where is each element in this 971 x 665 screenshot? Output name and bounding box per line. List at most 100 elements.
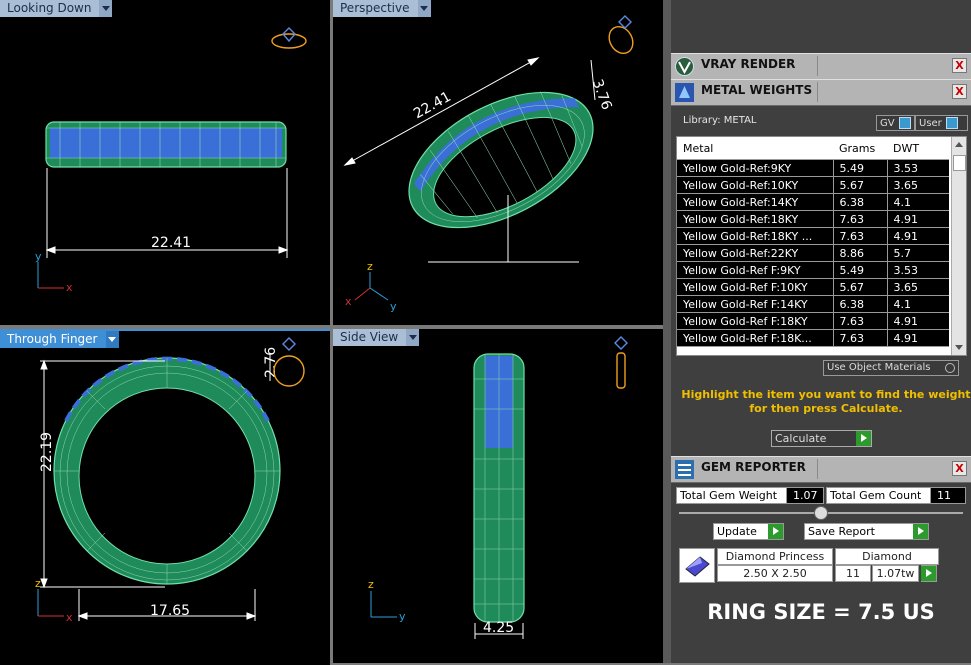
user-toggle[interactable]: User bbox=[915, 115, 968, 131]
ring-size-label: RING SIZE = 7.5 US bbox=[707, 600, 935, 624]
axis-y-label: y bbox=[390, 300, 397, 313]
scroll-up-icon[interactable] bbox=[955, 142, 963, 147]
gem-list-item[interactable]: Diamond Princess 2.50 X 2.50 Diamond 11 … bbox=[679, 548, 965, 584]
update-button[interactable]: Update bbox=[713, 523, 784, 540]
viewport-looking-down[interactable]: 22.41 y x Looking Down bbox=[0, 0, 330, 325]
table-row[interactable]: Yellow Gold-Ref:18KY 7.63 4.91 bbox=[677, 210, 949, 228]
table-row[interactable]: Yellow Gold-Ref:9KY 5.49 3.53 bbox=[677, 159, 949, 177]
chevron-down-icon[interactable] bbox=[105, 331, 119, 348]
gem-go-button[interactable] bbox=[921, 565, 937, 582]
axis-x-label: x bbox=[345, 295, 352, 308]
gv-toggle[interactable]: GV bbox=[876, 115, 915, 131]
diamond-princess-icon bbox=[679, 548, 715, 583]
chevron-down-icon[interactable] bbox=[417, 0, 431, 17]
viewport-through-finger[interactable]: 22.19 17.65 2.76 z x Through Finger bbox=[0, 329, 330, 665]
vray-render-header[interactable]: VRAY RENDER X bbox=[671, 53, 971, 80]
viewport-label: Perspective bbox=[333, 0, 418, 17]
gem-slider-handle[interactable] bbox=[814, 506, 828, 520]
tab-looking-down[interactable]: Looking Down bbox=[0, 0, 113, 17]
right-panel: VRAY RENDER X METAL WEIGHTS X Library: M… bbox=[671, 0, 971, 663]
scroll-thumb[interactable] bbox=[953, 155, 966, 171]
through-finger-canvas: 22.19 17.65 2.76 z x bbox=[35, 337, 305, 624]
total-gem-weight-label: Total Gem Weight bbox=[676, 487, 787, 504]
play-icon bbox=[913, 524, 928, 539]
gem-reporter-title: GEM REPORTER bbox=[701, 460, 806, 474]
column-header-grams[interactable]: Grams bbox=[833, 137, 887, 160]
chevron-down-icon[interactable] bbox=[406, 329, 420, 346]
axis-z-label: z bbox=[367, 260, 373, 273]
axis-z-label: z bbox=[35, 577, 41, 590]
gem-report-icon bbox=[675, 460, 694, 479]
column-header-metal[interactable]: Metal bbox=[677, 137, 833, 160]
user-label: User bbox=[919, 117, 942, 129]
table-row[interactable]: Yellow Gold-Ref F:14KY 6.38 4.1 bbox=[677, 295, 949, 313]
play-icon bbox=[856, 431, 871, 446]
ring-preview-icon bbox=[614, 336, 628, 389]
play-icon bbox=[768, 524, 783, 539]
table-row[interactable]: Yellow Gold-Ref F:10KY 5.67 3.65 bbox=[677, 278, 949, 296]
tab-perspective[interactable]: Perspective bbox=[333, 0, 431, 17]
gem-reporter-header[interactable]: GEM REPORTER X bbox=[671, 456, 971, 483]
scroll-down-icon[interactable] bbox=[955, 345, 963, 350]
use-object-materials-label: Use Object Materials bbox=[827, 362, 931, 373]
tab-through-finger[interactable]: Through Finger bbox=[0, 331, 119, 348]
total-gem-weight-value: 1.07 bbox=[786, 487, 824, 504]
height-dimension: 22.19 bbox=[39, 432, 55, 472]
table-row[interactable]: Yellow Gold-Ref F:18K... 7.63 4.91 bbox=[677, 329, 949, 347]
vray-title: VRAY RENDER bbox=[701, 57, 796, 71]
gem-type: Diamond bbox=[835, 548, 939, 565]
close-icon[interactable]: X bbox=[952, 58, 967, 73]
use-object-materials-toggle[interactable]: Use Object Materials bbox=[823, 360, 959, 376]
table-row[interactable]: Yellow Gold-Ref F:9KY 5.49 3.53 bbox=[677, 261, 949, 279]
scale-icon bbox=[675, 83, 694, 102]
viewport-side-view[interactable]: 4.25 z y Side View bbox=[333, 329, 663, 663]
gem-name: Diamond Princess bbox=[717, 548, 833, 565]
tab-side-view[interactable]: Side View bbox=[333, 329, 420, 346]
table-row[interactable]: Yellow Gold-Ref:22KY 8.86 5.7 bbox=[677, 244, 949, 262]
calculate-label: Calculate bbox=[775, 432, 827, 445]
table-row[interactable]: Yellow Gold-Ref:18KY ... 7.63 4.91 bbox=[677, 227, 949, 245]
gv-label: GV bbox=[880, 117, 895, 129]
gem-weight: 1.07tw bbox=[872, 565, 919, 582]
total-gem-count-value: 11 bbox=[930, 487, 966, 504]
axis-x-label: x bbox=[66, 611, 73, 624]
play-icon bbox=[921, 566, 936, 581]
looking-down-dimension: 22.41 bbox=[151, 235, 191, 251]
calculate-button[interactable]: Calculate bbox=[771, 430, 872, 447]
ring-preview-icon bbox=[608, 15, 634, 55]
gem-size: 2.50 X 2.50 bbox=[717, 565, 833, 582]
chevron-down-icon[interactable] bbox=[99, 0, 113, 17]
axis-z-label: z bbox=[368, 578, 374, 591]
width-dimension: 4.25 bbox=[483, 620, 514, 636]
close-icon[interactable]: X bbox=[952, 84, 967, 99]
viewport-perspective[interactable]: 22.41 3.76 z x y Perspective bbox=[333, 0, 663, 325]
looking-down-canvas: 22.41 y x bbox=[35, 27, 307, 294]
gem-count: 11 bbox=[835, 565, 871, 582]
perspective-side-dimension: 3.76 bbox=[589, 77, 615, 112]
table-row[interactable]: Yellow Gold-Ref F:18KY 7.63 4.91 bbox=[677, 312, 949, 330]
table-header-row: Metal Grams DWT bbox=[677, 137, 949, 160]
column-header-dwt[interactable]: DWT bbox=[887, 137, 949, 160]
perspective-canvas: 22.41 3.76 z x y bbox=[343, 15, 634, 313]
axis-y-label: y bbox=[399, 610, 406, 623]
width-dimension: 17.65 bbox=[150, 603, 190, 619]
library-label: Library: METAL bbox=[683, 115, 757, 126]
update-label: Update bbox=[717, 525, 757, 538]
close-icon[interactable]: X bbox=[952, 461, 967, 476]
viewport-label: Through Finger bbox=[0, 331, 106, 348]
table-scrollbar[interactable] bbox=[951, 137, 966, 355]
metal-weights-header[interactable]: METAL WEIGHTS X bbox=[671, 79, 971, 106]
perspective-length-dimension: 22.41 bbox=[411, 89, 454, 122]
metal-table[interactable]: Metal Grams DWT Yellow Gold-Ref:9KY 5.49 3… bbox=[676, 136, 967, 356]
save-report-label: Save Report bbox=[808, 525, 875, 538]
side-view-canvas: 4.25 z y bbox=[368, 336, 628, 639]
axis-y-label: y bbox=[35, 250, 42, 263]
ring-preview-icon bbox=[271, 27, 307, 49]
table-row[interactable]: Yellow Gold-Ref:14KY 6.38 4.1 bbox=[677, 193, 949, 211]
viewport-label: Looking Down bbox=[0, 0, 100, 17]
panel-divider[interactable] bbox=[663, 0, 671, 663]
table-row[interactable]: Yellow Gold-Ref:10KY 5.67 3.65 bbox=[677, 176, 949, 194]
viewport-label: Side View bbox=[333, 329, 407, 346]
calculate-hint: Highlight the item you want to find the … bbox=[681, 388, 971, 415]
save-report-button[interactable]: Save Report bbox=[804, 523, 929, 540]
